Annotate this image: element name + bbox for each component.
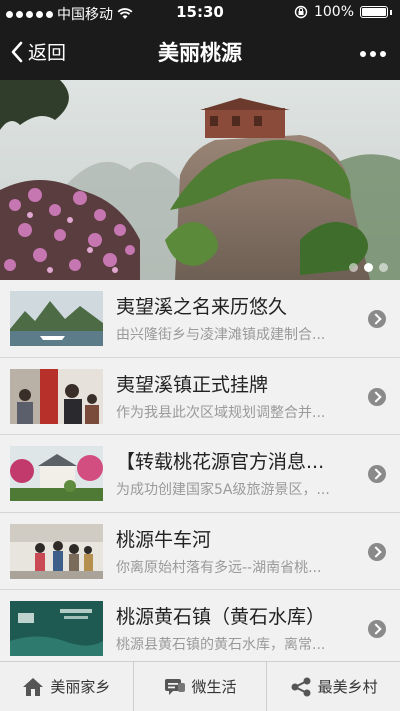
tab-most-beautiful-village[interactable]: 最美乡村 xyxy=(267,662,400,711)
more-dot xyxy=(370,51,376,57)
chevron-right-icon xyxy=(368,620,386,639)
battery-percent: 100% xyxy=(313,4,354,20)
home-icon xyxy=(23,677,44,696)
thumbnail-image xyxy=(10,291,103,346)
carousel-dot-active[interactable] xyxy=(364,263,373,272)
tab-label: 美丽家乡 xyxy=(50,678,111,696)
article-summary: 桃源县黄石镇的黄石水库，离常... xyxy=(116,637,326,654)
chat-icon xyxy=(164,678,185,695)
article-title: 夷望溪镇正式挂牌 xyxy=(116,373,269,396)
chevron-right-icon xyxy=(368,465,386,484)
tab-micro-life[interactable]: 微生活 xyxy=(134,662,268,711)
more-dot xyxy=(360,51,366,57)
page-title: 美丽桃源 xyxy=(158,41,242,65)
article-item[interactable]: 桃源牛车河 你离原始村落有多远--湖南省桃... xyxy=(0,513,400,591)
article-thumbnail xyxy=(10,291,103,346)
article-title: 夷望溪之名来历悠久 xyxy=(116,296,288,318)
thumbnail-image xyxy=(10,446,103,502)
article-summary: 你离原始村落有多远--湖南省桃... xyxy=(116,559,322,576)
thumbnail-image xyxy=(10,368,103,424)
more-dot xyxy=(380,51,386,57)
carousel-indicators[interactable] xyxy=(349,263,388,272)
share-icon xyxy=(291,677,311,696)
bottom-tab-bar: 美丽家乡 微生活 最美乡村 xyxy=(0,661,400,711)
article-thumbnail xyxy=(10,601,103,657)
chevron-right-icon xyxy=(368,542,386,561)
article-thumbnail xyxy=(10,446,103,502)
article-list: 夷望溪之名来历悠久 由兴隆街乡与凌津滩镇成建制合... 夷望溪镇正式挂牌 作为我… xyxy=(0,280,400,668)
article-thumbnail xyxy=(10,368,103,424)
carousel-dot[interactable] xyxy=(349,263,358,272)
article-item[interactable]: 桃源黄石镇（黄石水库） 桃源县黄石镇的黄石水库，离常... xyxy=(0,590,400,668)
article-title: 桃源黄石镇（黄石水库） xyxy=(116,606,326,629)
tab-label: 微生活 xyxy=(191,678,237,696)
hero-image xyxy=(0,80,400,280)
article-summary: 为成功创建国家5A级旅游景区，... xyxy=(116,482,330,499)
tab-beautiful-hometown[interactable]: 美丽家乡 xyxy=(0,662,134,711)
status-bar: 中国移动 15:30 100% xyxy=(0,0,400,26)
battery-tip xyxy=(390,9,392,15)
thumbnail-image xyxy=(10,601,103,657)
article-title: 桃源牛车河 xyxy=(116,528,212,551)
thumbnail-image xyxy=(10,523,103,579)
navigation-bar: 返回 美丽桃源 xyxy=(0,26,400,80)
chevron-right-icon xyxy=(368,387,386,406)
article-thumbnail xyxy=(10,523,103,579)
carousel-dot[interactable] xyxy=(379,263,388,272)
status-right: 100% xyxy=(294,4,392,20)
rotation-lock-icon xyxy=(294,5,308,19)
article-item[interactable]: 夷望溪之名来历悠久 由兴隆街乡与凌津滩镇成建制合... xyxy=(0,280,400,358)
article-summary: 作为我县此次区域规划调整合并... xyxy=(116,404,326,421)
hero-carousel[interactable] xyxy=(0,80,400,280)
chevron-right-icon xyxy=(368,310,386,328)
more-button[interactable] xyxy=(360,51,386,57)
article-summary: 由兴隆街乡与凌津滩镇成建制合... xyxy=(116,327,326,343)
article-item[interactable]: 【转载桃花源官方消息... 为成功创建国家5A级旅游景区，... xyxy=(0,435,400,513)
article-title: 【转载桃花源官方消息... xyxy=(116,451,325,474)
article-item[interactable]: 夷望溪镇正式挂牌 作为我县此次区域规划调整合并... xyxy=(0,358,400,436)
tab-label: 最美乡村 xyxy=(317,678,378,696)
battery-icon xyxy=(360,6,388,18)
